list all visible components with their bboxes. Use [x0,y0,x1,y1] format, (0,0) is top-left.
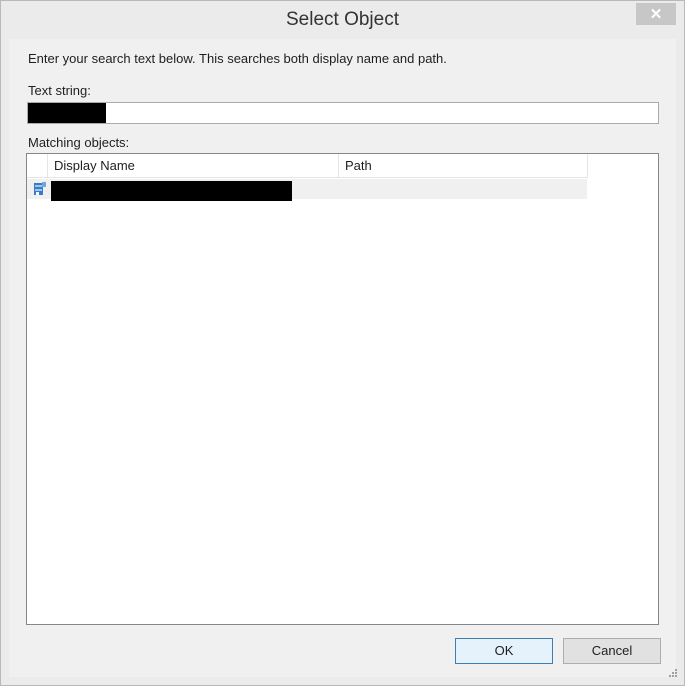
redacted-text [28,103,106,123]
object-icon [34,182,46,195]
instructions-text: Enter your search text below. This searc… [28,51,447,66]
text-string-label: Text string: [28,83,91,98]
close-icon: ✕ [649,5,663,23]
close-button[interactable]: ✕ [636,3,676,25]
select-object-dialog: Select Object ✕ Enter your search text b… [0,0,685,686]
matching-objects-label: Matching objects: [28,135,130,150]
resize-grip-icon[interactable] [669,669,677,677]
matching-objects-list[interactable]: Display Name Path [26,153,659,625]
dialog-title: Select Object [286,9,399,30]
column-header-display-name[interactable]: Display Name [48,154,339,178]
column-header-path[interactable]: Path [339,154,588,178]
text-string-input[interactable] [27,102,659,124]
ok-button[interactable]: OK [455,638,553,664]
title-bar[interactable]: Select Object ✕ [1,1,684,39]
column-header-icon[interactable] [27,154,48,178]
list-item[interactable] [27,179,587,201]
dialog-body: Enter your search text below. This searc… [9,39,677,677]
cancel-button[interactable]: Cancel [563,638,661,664]
redacted-display-name [51,181,292,201]
list-header: Display Name Path [27,154,658,178]
